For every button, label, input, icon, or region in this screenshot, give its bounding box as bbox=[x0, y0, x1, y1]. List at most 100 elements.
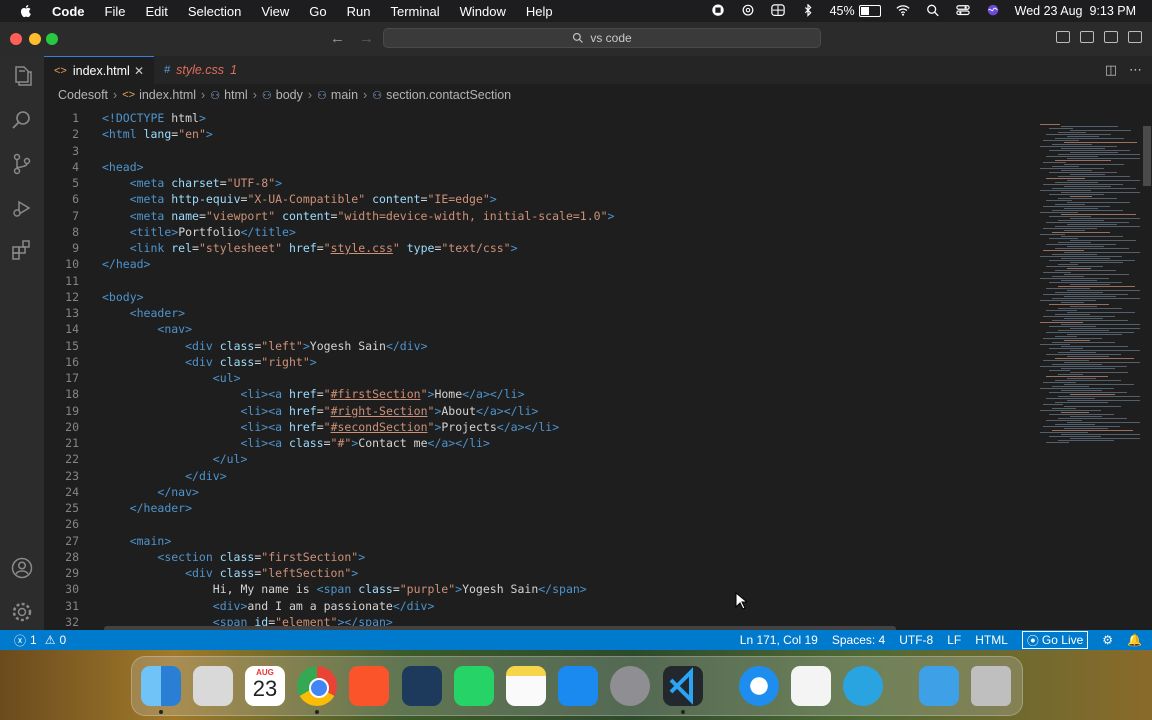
code-line[interactable]: 18 <li><a href="#firstSection">Home</a><… bbox=[44, 386, 1034, 402]
minimize-window-button[interactable] bbox=[29, 33, 41, 45]
breadcrumb-item[interactable]: ⚇ main bbox=[317, 88, 358, 102]
chrome-icon[interactable] bbox=[297, 666, 337, 706]
code-line[interactable]: 5 <meta charset="UTF-8"> bbox=[44, 175, 1034, 191]
menu-help[interactable]: Help bbox=[526, 4, 553, 19]
more-actions-icon[interactable]: ⋯ bbox=[1129, 62, 1142, 78]
breadcrumb-item[interactable]: ⚇ body bbox=[262, 88, 303, 102]
control-center-icon[interactable] bbox=[955, 4, 971, 18]
menu-view[interactable]: View bbox=[261, 4, 289, 19]
remote-desktop-icon[interactable] bbox=[402, 666, 442, 706]
screen-record-icon[interactable] bbox=[710, 4, 726, 18]
code-line[interactable]: 6 <meta http-equiv="X-UA-Compatible" con… bbox=[44, 191, 1034, 207]
minimap[interactable] bbox=[1034, 106, 1142, 630]
menu-run[interactable]: Run bbox=[347, 4, 371, 19]
menu-window[interactable]: Window bbox=[460, 4, 506, 19]
code-line[interactable]: 4 <head> bbox=[44, 159, 1034, 175]
settings-gear-icon[interactable] bbox=[10, 600, 34, 624]
toggle-panel-icon[interactable] bbox=[1080, 31, 1094, 43]
tab-index-html[interactable]: <> index.html ✕ bbox=[44, 56, 154, 84]
end-of-line[interactable]: LF bbox=[947, 633, 961, 647]
code-line[interactable]: 16 <div class="right"> bbox=[44, 354, 1034, 370]
breadcrumb-item[interactable]: Codesoft bbox=[58, 88, 108, 102]
code-line[interactable]: 3 bbox=[44, 143, 1034, 159]
code-line[interactable]: 21 <li><a class="#">Contact me</a></li> bbox=[44, 435, 1034, 451]
telegram-icon[interactable] bbox=[843, 666, 883, 706]
indentation[interactable]: Spaces: 4 bbox=[832, 633, 885, 647]
menu-go[interactable]: Go bbox=[309, 4, 326, 19]
search-icon[interactable] bbox=[925, 4, 941, 18]
menu-selection[interactable]: Selection bbox=[188, 4, 241, 19]
apple-icon[interactable] bbox=[18, 3, 34, 19]
split-editor-icon[interactable]: ◫ bbox=[1105, 62, 1117, 78]
zoom-window-button[interactable] bbox=[46, 33, 58, 45]
code-line[interactable]: 27 <main> bbox=[44, 533, 1034, 549]
code-line[interactable]: 28 <section class="firstSection"> bbox=[44, 549, 1034, 565]
menu-app-name[interactable]: Code bbox=[52, 4, 85, 19]
calendar-icon[interactable]: AUG 23 bbox=[245, 666, 285, 706]
code-line[interactable]: 8 <title>Portfolio</title> bbox=[44, 224, 1034, 240]
breadcrumb-item[interactable]: ⚇ section.contactSection bbox=[372, 88, 511, 102]
vertical-scrollbar[interactable] bbox=[1142, 106, 1152, 630]
whatsapp-icon[interactable] bbox=[454, 666, 494, 706]
language-mode[interactable]: HTML bbox=[975, 633, 1008, 647]
toggle-secondary-sidebar-icon[interactable] bbox=[1104, 31, 1118, 43]
clock-datetime[interactable]: Wed 23 Aug 9:13 PM bbox=[1015, 4, 1136, 18]
notifications-bell-icon[interactable]: 🔔 bbox=[1127, 633, 1142, 647]
code-line[interactable]: 10 </head> bbox=[44, 256, 1034, 272]
command-center-search[interactable]: vs code bbox=[383, 28, 821, 48]
account-icon[interactable] bbox=[10, 556, 34, 580]
code-line[interactable]: 7 <meta name="viewport" content="width=d… bbox=[44, 208, 1034, 224]
code-line[interactable]: 24 </nav> bbox=[44, 484, 1034, 500]
code-line[interactable]: 26 bbox=[44, 516, 1034, 532]
code-line[interactable]: 1 <!DOCTYPE html> bbox=[44, 110, 1034, 126]
code-line[interactable]: 23 </div> bbox=[44, 468, 1034, 484]
code-line[interactable]: 20 <li><a href="#secondSection">Projects… bbox=[44, 419, 1034, 435]
tab-style-css[interactable]: # style.css 1 bbox=[154, 56, 254, 84]
chatgpt-icon[interactable] bbox=[740, 4, 756, 18]
battery-status[interactable]: 45% bbox=[830, 4, 881, 18]
bluetooth-icon[interactable] bbox=[800, 4, 816, 18]
source-control-icon[interactable] bbox=[10, 152, 34, 176]
go-live-button[interactable]: ⦿ Go Live bbox=[1021, 631, 1089, 649]
run-debug-icon[interactable] bbox=[10, 196, 34, 220]
safari-icon[interactable] bbox=[739, 666, 779, 706]
close-window-button[interactable] bbox=[10, 33, 22, 45]
vscode-icon[interactable] bbox=[663, 666, 703, 706]
breadcrumb-item[interactable]: ⚇ html bbox=[210, 88, 248, 102]
code-line[interactable]: 25 </header> bbox=[44, 500, 1034, 516]
code-line[interactable]: 9 <link rel="stylesheet" href="style.css… bbox=[44, 240, 1034, 256]
app-store-icon[interactable] bbox=[558, 666, 598, 706]
back-arrow-icon[interactable]: ← bbox=[330, 30, 345, 47]
customize-layout-icon[interactable] bbox=[1128, 31, 1142, 43]
brave-icon[interactable] bbox=[349, 666, 389, 706]
breadcrumb-item[interactable]: <> index.html bbox=[122, 88, 196, 102]
grid-app-icon[interactable] bbox=[770, 4, 786, 18]
code-line[interactable]: 11 bbox=[44, 273, 1034, 289]
code-line[interactable]: 30 Hi, My name is <span class="purple">Y… bbox=[44, 581, 1034, 597]
forward-arrow-icon[interactable]: → bbox=[359, 30, 374, 47]
problems-status[interactable]: ⓧ 1 ⚠ 0 bbox=[14, 632, 66, 649]
textedit-icon[interactable] bbox=[791, 666, 831, 706]
system-settings-icon[interactable] bbox=[610, 666, 650, 706]
cursor-position[interactable]: Ln 171, Col 19 bbox=[740, 633, 818, 647]
menu-edit[interactable]: Edit bbox=[145, 4, 167, 19]
code-line[interactable]: 22 </ul> bbox=[44, 451, 1034, 467]
search-icon[interactable] bbox=[10, 108, 34, 132]
close-tab-icon[interactable]: ✕ bbox=[134, 64, 144, 78]
menu-file[interactable]: File bbox=[105, 4, 126, 19]
code-line[interactable]: 29 <div class="leftSection"> bbox=[44, 565, 1034, 581]
code-line[interactable]: 17 <ul> bbox=[44, 370, 1034, 386]
code-line[interactable]: 14 <nav> bbox=[44, 321, 1034, 337]
code-line[interactable]: 19 <li><a href="#right-Section">About</a… bbox=[44, 403, 1034, 419]
code-line[interactable]: 31 <div>and I am a passionate</div> bbox=[44, 598, 1034, 614]
launchpad-icon[interactable] bbox=[193, 666, 233, 706]
notes-icon[interactable] bbox=[506, 666, 546, 706]
finder-icon[interactable] bbox=[141, 666, 181, 706]
extensions-icon[interactable] bbox=[10, 238, 34, 262]
wifi-icon[interactable] bbox=[895, 4, 911, 18]
copilot-icon[interactable]: ⚙ bbox=[1102, 633, 1113, 647]
explorer-icon[interactable] bbox=[10, 64, 34, 88]
toggle-primary-sidebar-icon[interactable] bbox=[1056, 31, 1070, 43]
code-editor[interactable]: 1 <!DOCTYPE html> 2 <html lang="en"> 3 4 <head… bbox=[44, 106, 1034, 630]
trash-icon[interactable] bbox=[971, 666, 1011, 706]
